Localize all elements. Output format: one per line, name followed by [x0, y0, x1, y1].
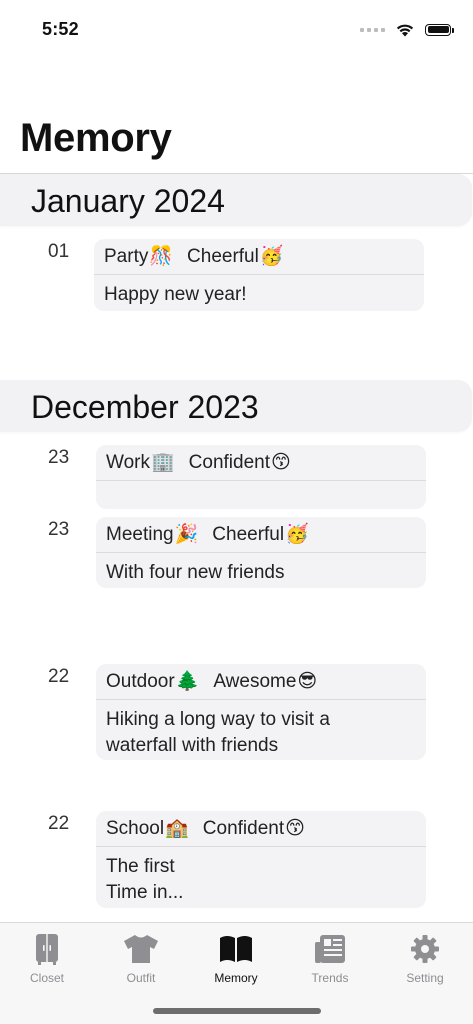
activity-label: School [106, 817, 165, 839]
tab-label: Memory [214, 971, 258, 985]
card-tags: Work 🏢 Confident 😙 [96, 445, 426, 481]
entry-day: 22 [48, 813, 70, 834]
book-icon [189, 931, 283, 967]
tab-closet[interactable]: Closet [0, 931, 94, 985]
card-tags: Meeting 🎉 Cheerful 🥳 [96, 517, 426, 553]
mood-tag: Confident 😙 [203, 818, 305, 840]
kissing-face-icon: 😙 [285, 818, 305, 839]
activity-label: Outdoor [106, 670, 175, 692]
closet-icon [0, 931, 94, 967]
status-icons [360, 22, 454, 37]
card-tags: Party 🎊 Cheerful 🥳 [94, 239, 424, 275]
activity-tag: School 🏫 [106, 818, 189, 840]
cellular-signal-icon [360, 27, 385, 32]
mood-tag: Cheerful 🥳 [212, 524, 309, 546]
tab-outfit[interactable]: Outfit [94, 931, 188, 985]
tab-label: Setting [406, 971, 444, 985]
card-note: Hiking a long way to visit a waterfall w… [106, 709, 330, 756]
mood-label: Confident [188, 451, 270, 473]
party-popper-icon: 🎉 [174, 524, 199, 545]
tshirt-icon [94, 931, 188, 967]
month-header: December 2023 [0, 380, 472, 432]
month-label: January 2024 [31, 183, 225, 219]
newspaper-icon [283, 931, 377, 967]
activity-tag: Meeting 🎉 [106, 524, 198, 546]
mood-label: Cheerful [187, 245, 259, 267]
home-indicator[interactable] [153, 1008, 321, 1014]
battery-icon [425, 23, 454, 36]
office-building-icon: 🏢 [150, 452, 175, 473]
kissing-face-icon: 😙 [271, 452, 291, 473]
school-building-icon: 🏫 [165, 818, 189, 839]
activity-tag: Party 🎊 [104, 246, 173, 268]
tab-trends[interactable]: Trends [283, 931, 377, 985]
activity-tag: Outdoor 🌲 [106, 671, 199, 693]
entry-day: 22 [48, 666, 70, 687]
mood-tag: Confident 😙 [189, 452, 291, 474]
tab-label: Closet [29, 971, 64, 985]
gear-icon [378, 931, 472, 967]
card-note: The first Time in... [106, 856, 184, 903]
status-time: 5:52 [42, 19, 79, 39]
evergreen-tree-icon: 🌲 [175, 671, 200, 692]
memory-card[interactable]: Work 🏢 Confident 😙 [96, 445, 426, 509]
card-note [96, 481, 426, 496]
card-tags: Outdoor 🌲 Awesome 😎 [96, 664, 426, 700]
tab-label: Outfit [126, 971, 156, 985]
tab-label: Trends [311, 971, 349, 985]
month-header: January 2024 [0, 174, 472, 226]
card-note: With four new friends [106, 562, 285, 583]
month-label: December 2023 [31, 389, 259, 425]
memory-card[interactable]: Outdoor 🌲 Awesome 😎 Hiking a long way to v… [96, 664, 426, 760]
partying-face-icon: 🥳 [259, 246, 284, 267]
status-bar: 5:52 [0, 0, 473, 60]
entry-day: 23 [48, 519, 70, 540]
memory-card[interactable]: Party 🎊 Cheerful 🥳 Happy new year! [94, 239, 424, 311]
tab-memory[interactable]: Memory [189, 931, 283, 985]
activity-tag: Work 🏢 [106, 452, 175, 474]
sunglasses-face-icon: 😎 [297, 671, 318, 692]
mood-label: Awesome [213, 670, 297, 692]
wifi-icon [396, 24, 414, 37]
card-note: Happy new year! [104, 284, 247, 305]
mood-label: Cheerful [212, 523, 285, 545]
partying-face-icon: 🥳 [285, 524, 309, 545]
memory-list[interactable]: January 2024 01 Party 🎊 Cheerful 🥳 Happy n… [0, 174, 473, 922]
memory-card[interactable]: Meeting 🎉 Cheerful 🥳 With four new friends [96, 517, 426, 588]
mood-label: Confident [202, 817, 285, 839]
entry-day: 01 [48, 241, 70, 262]
card-tags: School 🏫 Confident 😙 [96, 811, 426, 847]
entry-day: 23 [48, 447, 70, 468]
activity-label: Work [106, 451, 150, 473]
memory-card[interactable]: School 🏫 Confident 😙 The first Time in... [96, 811, 426, 908]
activity-label: Meeting [106, 523, 174, 545]
party-popper-icon: 🎊 [149, 246, 174, 267]
page-title: Memory [20, 116, 172, 160]
mood-tag: Awesome 😎 [213, 671, 317, 693]
tab-setting[interactable]: Setting [378, 931, 472, 985]
activity-label: Party [104, 245, 149, 267]
mood-tag: Cheerful 🥳 [187, 246, 284, 268]
